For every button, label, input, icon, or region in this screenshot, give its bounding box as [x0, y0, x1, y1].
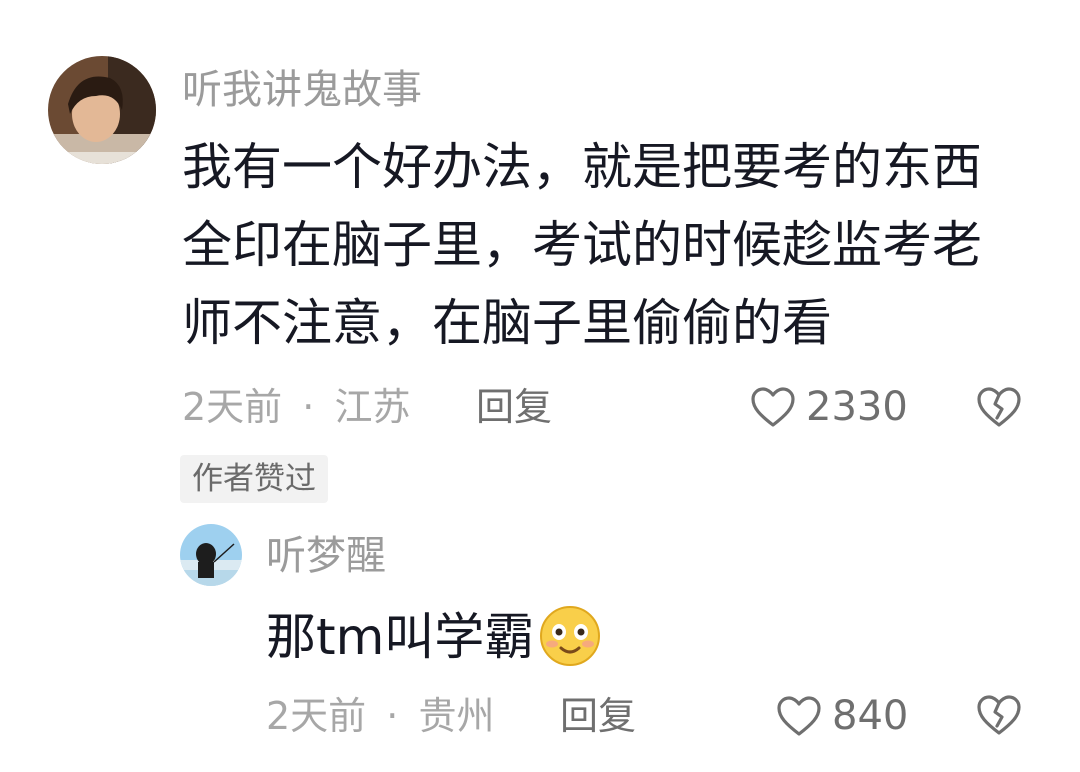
reply-like-count: 840 [832, 693, 909, 739]
comment-text-line: 师不注意，在脑子里偷偷的看 [182, 294, 832, 352]
comment-text-line: 全印在脑子里，考试的时候趁监考老 [182, 216, 982, 274]
reply-reply-button[interactable]: 回复 [560, 692, 636, 740]
reply-avatar[interactable] [180, 524, 242, 586]
broken-heart-icon [977, 387, 1021, 427]
heart-icon [777, 696, 821, 736]
commenter-username[interactable]: 听我讲鬼故事 [182, 66, 422, 114]
broken-heart-icon [977, 695, 1021, 735]
reply-like-button[interactable]: 840 [776, 692, 908, 740]
comment-like-button[interactable]: 2330 [750, 383, 908, 431]
comment-meta: 2天前 · 江苏 [182, 383, 410, 431]
comment-text-line: 我有一个好办法，就是把要考的东西 [182, 138, 982, 196]
meta-separator: · [386, 694, 399, 738]
comment-location: 江苏 [334, 385, 411, 429]
heart-icon [751, 387, 795, 427]
comment-dislike-button[interactable] [976, 386, 1022, 432]
reply-time: 2天前 [266, 694, 367, 738]
reply-location: 贵州 [418, 694, 495, 738]
reply-meta: 2天前 · 贵州 [266, 692, 494, 740]
author-liked-badge: 作者赞过 [180, 455, 328, 503]
comment-time: 2天前 [182, 385, 283, 429]
reply-text: 那tm叫学霸 [266, 598, 602, 690]
comment-reply-button[interactable]: 回复 [476, 383, 552, 431]
reply-username[interactable]: 听梦醒 [266, 532, 386, 580]
comment-text: 我有一个好办法，就是把要考的东西 全印在脑子里，考试的时候趁监考老 师不注意，在… [182, 128, 1062, 362]
comment-like-count: 2330 [806, 384, 908, 430]
commenter-avatar[interactable] [48, 56, 156, 164]
meta-separator: · [302, 385, 315, 429]
reply-text-content: 那tm叫学霸 [266, 608, 535, 666]
reply-dislike-button[interactable] [976, 694, 1022, 740]
smiling-blush-emoji-icon [538, 604, 602, 690]
